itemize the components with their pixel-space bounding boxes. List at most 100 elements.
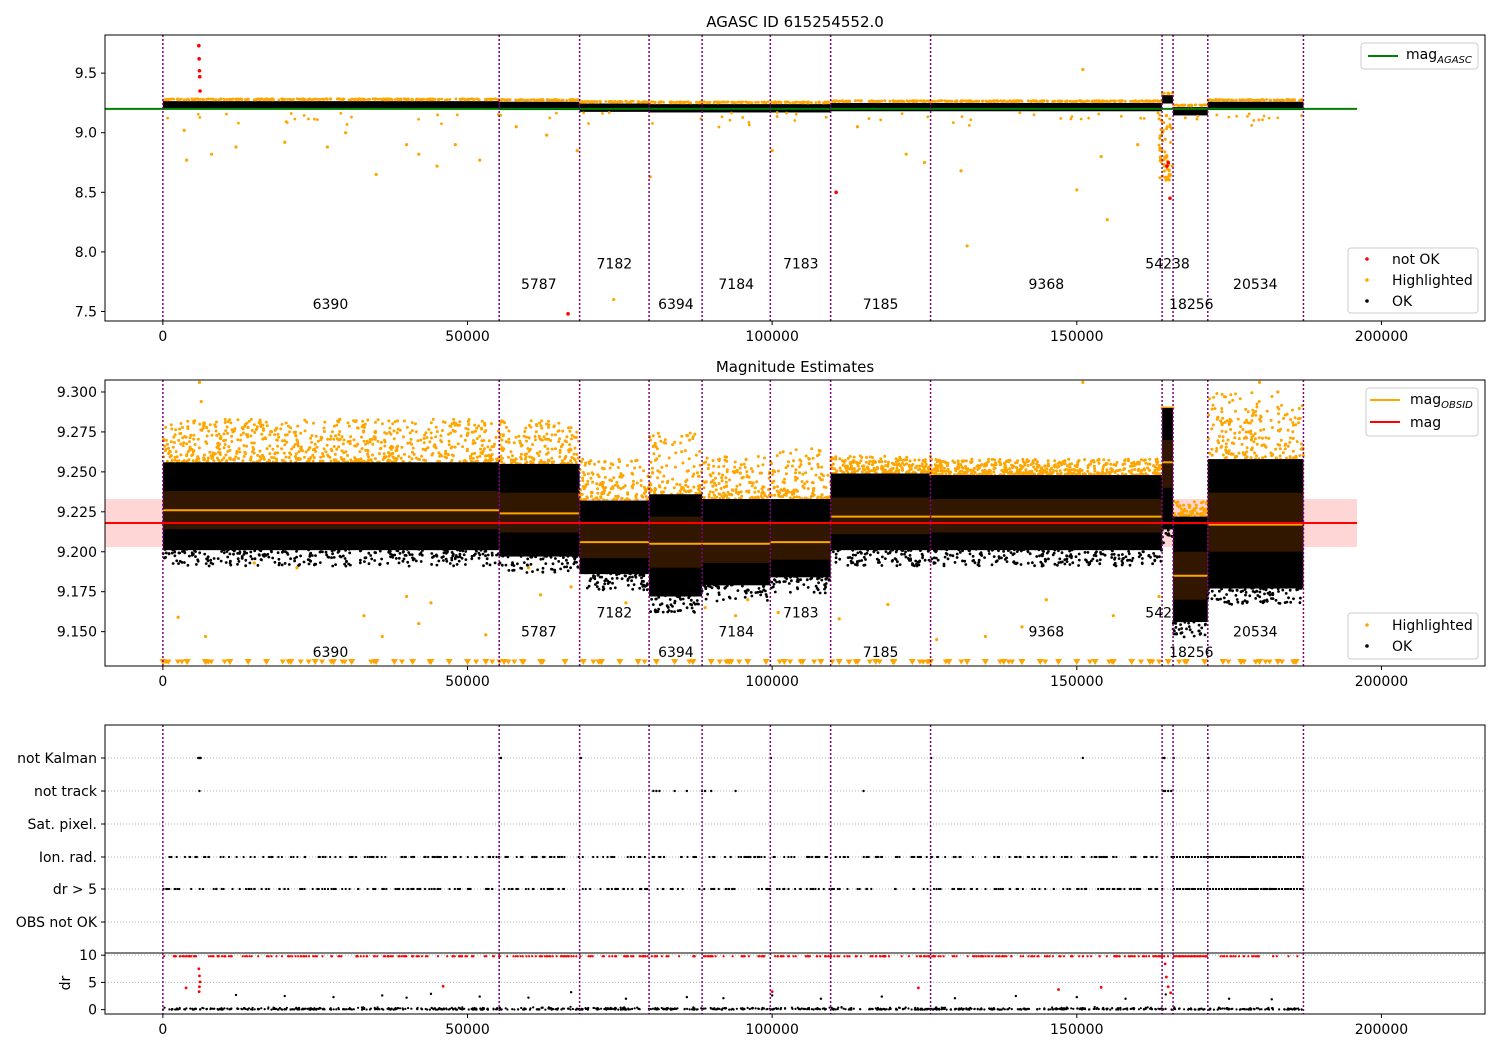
highlighted-point: [814, 473, 818, 477]
ok-point: [632, 583, 636, 586]
highlighted-point: [679, 441, 683, 445]
ok-point: [639, 582, 643, 586]
highlighted-point: [908, 459, 912, 463]
highlighted-point: [403, 452, 406, 456]
highlighted-point: [946, 99, 950, 103]
highlighted-point: [1163, 175, 1167, 179]
ok-point: [566, 554, 570, 558]
highlighted-point: [1257, 118, 1261, 122]
highlighted-point: [500, 460, 504, 464]
ok-point: [673, 610, 676, 614]
highlighted-point: [1238, 431, 1242, 434]
highlighted-point: [741, 116, 745, 119]
highlighted-point: [414, 422, 417, 426]
highlighted-point: [822, 485, 826, 489]
highlighted-point: [311, 448, 315, 452]
highlighted-point: [1196, 114, 1200, 118]
highlighted-point: [1057, 464, 1061, 468]
highlighted-point: [1297, 407, 1301, 410]
highlighted-point: [568, 98, 572, 102]
highlighted-point: [342, 438, 346, 442]
highlighted-point: [173, 433, 177, 437]
highlighted-point: [1043, 464, 1047, 468]
ok-point: [612, 571, 616, 574]
highlighted-point: [519, 452, 523, 456]
ok-point: [271, 556, 275, 560]
highlighted-point: [651, 434, 655, 438]
highlighted-point: [480, 427, 484, 431]
highlighted-point: [1165, 127, 1169, 131]
ok-point: [195, 563, 198, 566]
highlighted-point: [1010, 100, 1013, 104]
highlighted-point: [289, 459, 293, 463]
ok-point: [1051, 553, 1055, 557]
ok-point: [934, 549, 938, 553]
ok-point: [190, 545, 194, 549]
ok-point: [1068, 555, 1071, 558]
highlighted-point: [242, 444, 246, 448]
highlighted-point: [620, 497, 624, 501]
highlighted-point: [461, 445, 465, 449]
ok-point: [435, 553, 438, 557]
ok-point: [178, 559, 182, 563]
highlighted-point: [1282, 99, 1286, 102]
highlighted-point: [1220, 392, 1224, 396]
highlighted-point: [249, 434, 253, 438]
ok-point: [171, 562, 175, 565]
highlighted-point: [1269, 98, 1272, 102]
highlighted-point: [631, 479, 635, 483]
highlighted-point: [1227, 98, 1230, 101]
highlighted-point: [730, 493, 734, 497]
ok-point: [1110, 548, 1114, 552]
highlighted-point: [603, 460, 607, 464]
highlighted-point: [352, 419, 356, 423]
highlighted-point: [531, 457, 535, 461]
ok-point: [456, 548, 459, 552]
highlighted-point: [1106, 100, 1110, 104]
highlighted-point: [507, 437, 511, 441]
highlighted-point: [1277, 429, 1281, 433]
ok-point: [173, 554, 177, 558]
highlighted-point: [514, 125, 518, 129]
highlighted-point: [590, 491, 594, 494]
ok-point: [420, 553, 424, 557]
highlighted-point: [234, 145, 238, 149]
highlighted-point: [427, 428, 431, 431]
highlighted-point: [213, 423, 217, 427]
highlighted-point: [1289, 436, 1292, 440]
highlighted-point: [671, 443, 675, 447]
highlighted-point: [478, 434, 482, 438]
ok-point: [163, 548, 167, 551]
ok-point: [1005, 560, 1009, 563]
highlighted-point: [977, 99, 981, 103]
highlighted-point: [681, 461, 685, 465]
highlighted-point: [754, 101, 757, 104]
ok-points-band: [830, 102, 931, 112]
highlighted-point: [994, 461, 997, 465]
highlighted-point: [387, 419, 391, 423]
ok-point: [1057, 549, 1060, 553]
ok-point: [696, 592, 699, 595]
highlighted-point: [756, 455, 760, 458]
highlighted-point: [658, 485, 662, 489]
ok-point: [1044, 546, 1047, 549]
highlighted-point: [672, 486, 676, 490]
highlighted-point: [1158, 113, 1162, 117]
highlighted-point: [675, 100, 679, 104]
highlighted-point: [974, 100, 978, 103]
ok-point: [560, 562, 564, 566]
highlighted-point: [1097, 471, 1101, 475]
highlighted-point: [165, 459, 169, 463]
ok-point: [587, 584, 591, 588]
highlighted-point: [1032, 113, 1036, 117]
highlighted-point: [914, 466, 918, 470]
highlighted-point: [1155, 457, 1159, 461]
ok-point: [615, 576, 619, 580]
highlighted-point: [472, 439, 475, 442]
ok-point: [600, 575, 604, 579]
highlighted-point: [864, 460, 868, 464]
highlighted-point: [750, 484, 754, 488]
highlighted-point: [1262, 114, 1266, 118]
ok-point: [670, 610, 673, 613]
not-ok-point: [1166, 160, 1170, 165]
